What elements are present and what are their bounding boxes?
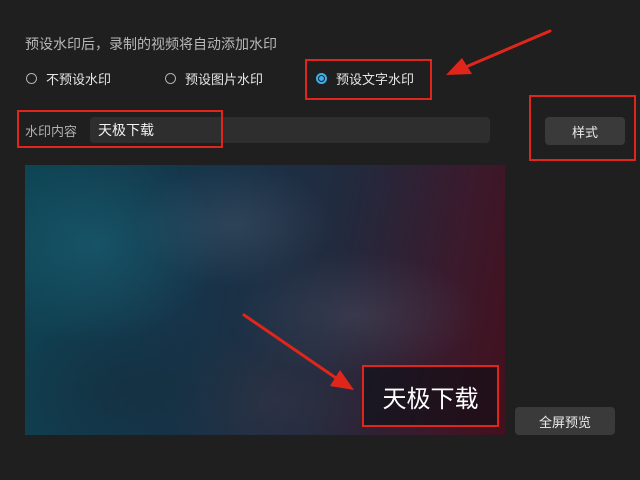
watermark-mode-radio-group: 不预设水印 预设图片水印 预设文字水印 — [26, 68, 446, 88]
radio-label: 预设文字水印 — [336, 72, 415, 88]
watermark-description: 预设水印后，录制的视频将自动添加水印 — [25, 37, 277, 53]
watermark-content-input[interactable] — [90, 117, 490, 143]
preview-watermark-text: 天极下载 — [362, 365, 499, 427]
radio-no-watermark[interactable]: 不预设水印 — [26, 68, 111, 88]
arrow-to-text-watermark-icon — [446, 29, 552, 75]
radio-text-watermark[interactable]: 预设文字水印 — [316, 68, 414, 88]
style-button[interactable]: 样式 — [545, 117, 625, 145]
radio-label: 预设图片水印 — [185, 72, 264, 88]
radio-label: 不预设水印 — [46, 72, 112, 88]
watermark-content-label: 水印内容 — [25, 125, 78, 140]
radio-checked-icon[interactable] — [316, 72, 327, 84]
fullscreen-preview-button[interactable]: 全屏预览 — [515, 407, 615, 435]
radio-unchecked-icon[interactable] — [165, 72, 176, 84]
radio-image-watermark[interactable]: 预设图片水印 — [165, 68, 263, 88]
radio-unchecked-icon[interactable] — [26, 72, 37, 84]
